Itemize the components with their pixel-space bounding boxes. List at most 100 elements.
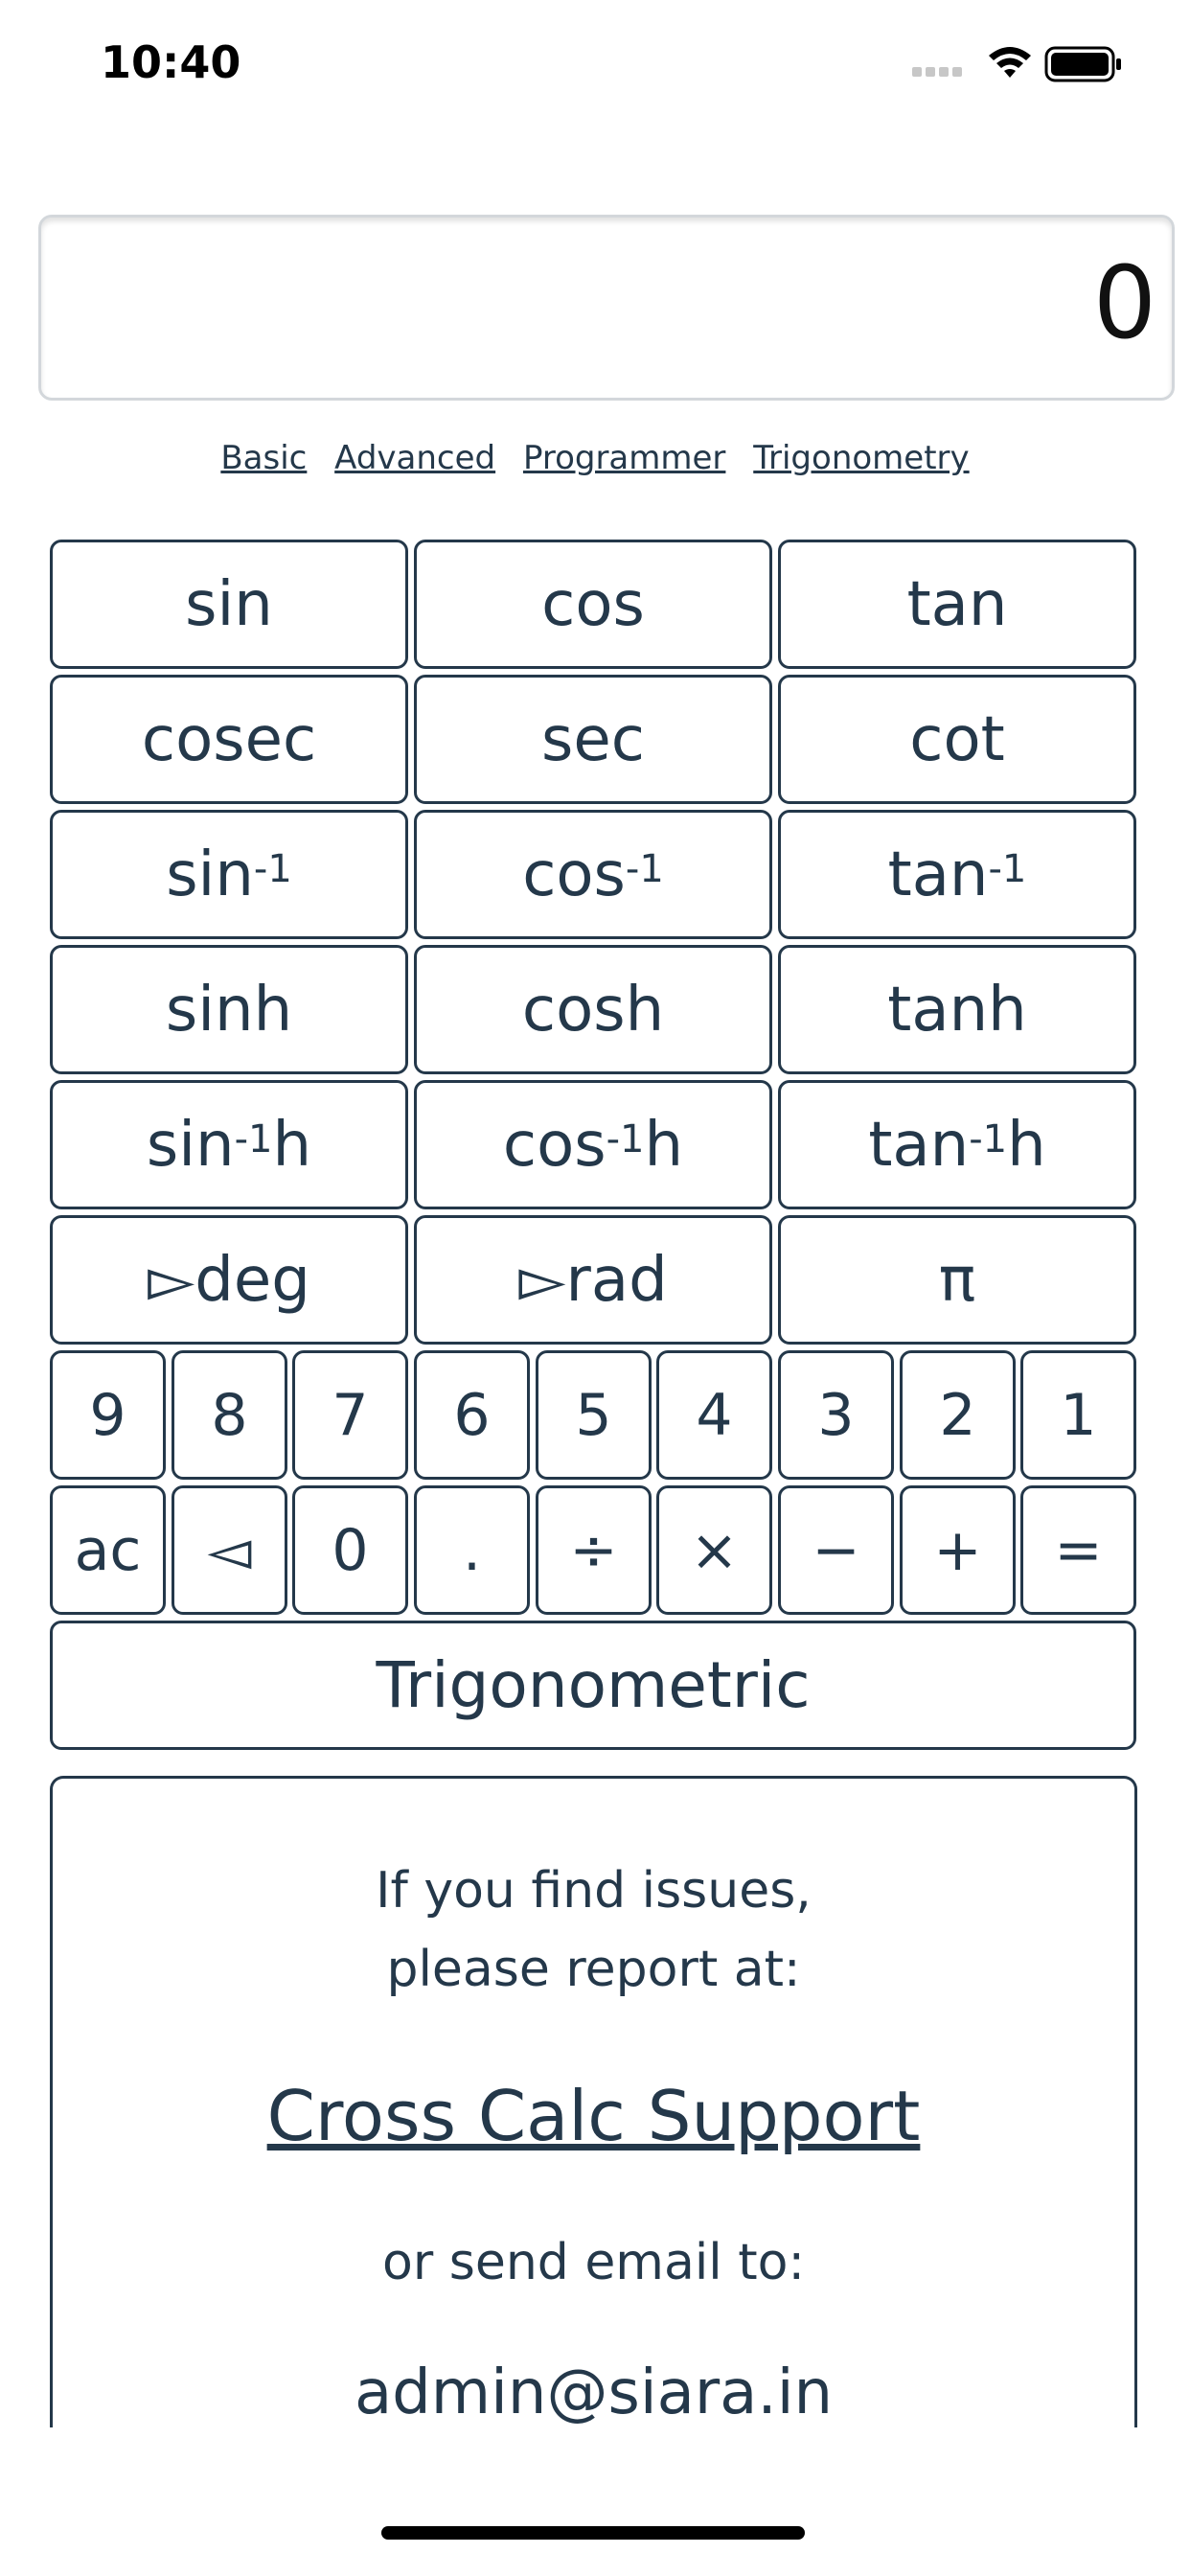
arccosh-button[interactable]: cos -1 h: [414, 1080, 772, 1209]
status-icons: [912, 42, 1133, 92]
sec-button[interactable]: sec: [414, 675, 772, 804]
multiply-button[interactable]: ×: [656, 1485, 772, 1615]
arccosh-label: cos: [502, 1109, 606, 1181]
decimal-point-button[interactable]: .: [414, 1485, 530, 1615]
sin-button[interactable]: sin: [50, 540, 408, 669]
digit-label: 2: [939, 1381, 976, 1449]
inverse-superscript: -1: [253, 846, 292, 891]
support-line-2: please report at:: [386, 1941, 801, 1998]
digit-5-button[interactable]: 5: [536, 1350, 652, 1480]
all-clear-label: ac: [74, 1516, 142, 1584]
arccos-button[interactable]: cos -1: [414, 810, 772, 939]
backspace-button[interactable]: ◅: [172, 1485, 287, 1615]
support-line-1: If you find issues,: [376, 1862, 812, 1920]
subtract-button[interactable]: −: [778, 1485, 894, 1615]
digit-label: 8: [211, 1381, 248, 1449]
digit-label: 6: [453, 1381, 491, 1449]
pi-label: π: [938, 1244, 976, 1316]
digit-label: 3: [817, 1381, 855, 1449]
cellular-signal-icon: [912, 67, 962, 77]
cosec-label: cosec: [141, 703, 317, 775]
digit-label: 5: [575, 1381, 612, 1449]
multiply-icon: ×: [690, 1516, 739, 1584]
divide-icon: ÷: [569, 1516, 618, 1584]
digit-6-button[interactable]: 6: [414, 1350, 530, 1480]
digit-3-button[interactable]: 3: [778, 1350, 894, 1480]
arccos-label: cos: [522, 839, 626, 910]
cross-calc-support-link[interactable]: Cross Calc Support: [53, 2076, 1134, 2156]
wifi-icon: [989, 47, 1031, 78]
to-radians-label: ▻rad: [518, 1244, 668, 1316]
hyperbolic-suffix: h: [272, 1109, 312, 1181]
digit-label: 0: [332, 1516, 369, 1584]
digit-2-button[interactable]: 2: [900, 1350, 1016, 1480]
status-time: 10:40: [101, 36, 241, 88]
cot-label: cot: [909, 703, 1005, 775]
arcsin-button[interactable]: sin -1: [50, 810, 408, 939]
tan-button[interactable]: tan: [778, 540, 1136, 669]
digit-1-button[interactable]: 1: [1020, 1350, 1136, 1480]
digit-7-button[interactable]: 7: [292, 1350, 408, 1480]
status-bar: 10:40: [0, 0, 1190, 125]
trigonometric-mode-button[interactable]: Trigonometric: [50, 1621, 1136, 1750]
arctanh-label: tan: [868, 1109, 970, 1181]
cos-label: cos: [541, 568, 645, 640]
mode-link-programmer[interactable]: Programmer: [523, 439, 725, 477]
digit-label: 1: [1060, 1381, 1097, 1449]
equals-button[interactable]: =: [1020, 1485, 1136, 1615]
minus-icon: −: [812, 1516, 860, 1584]
support-email-link[interactable]: admin@siara.in: [53, 2358, 1134, 2427]
home-indicator[interactable]: [381, 2526, 805, 2540]
trigonometric-mode-label: Trigonometric: [376, 1648, 811, 1722]
inverse-superscript: -1: [234, 1116, 273, 1162]
arctan-button[interactable]: tan -1: [778, 810, 1136, 939]
arcsin-label: sin: [166, 839, 254, 910]
to-degrees-label: ▻deg: [148, 1244, 310, 1316]
cosec-button[interactable]: cosec: [50, 675, 408, 804]
add-button[interactable]: +: [900, 1485, 1016, 1615]
sin-label: sin: [185, 568, 273, 640]
pi-button[interactable]: π: [778, 1215, 1136, 1345]
mode-link-trigonometry[interactable]: Trigonometry: [753, 439, 969, 477]
to-degrees-button[interactable]: ▻deg: [50, 1215, 408, 1345]
divide-button[interactable]: ÷: [536, 1485, 652, 1615]
mode-link-advanced[interactable]: Advanced: [334, 439, 495, 477]
arctanh-button[interactable]: tan -1 h: [778, 1080, 1136, 1209]
decimal-point-label: .: [462, 1516, 482, 1584]
arcsinh-label: sin: [146, 1109, 235, 1181]
sinh-label: sinh: [165, 974, 293, 1046]
support-panel: If you find issues, please report at: Cr…: [50, 1776, 1137, 2427]
inverse-superscript: -1: [606, 1116, 645, 1162]
all-clear-button[interactable]: ac: [50, 1485, 166, 1615]
mode-links: Basic Advanced Programmer Trigonometry: [0, 439, 1190, 477]
tanh-label: tanh: [887, 974, 1027, 1046]
digit-label: 7: [332, 1381, 369, 1449]
mode-link-basic[interactable]: Basic: [220, 439, 307, 477]
arctan-label: tan: [887, 839, 989, 910]
cos-button[interactable]: cos: [414, 540, 772, 669]
backspace-icon: ◅: [207, 1516, 252, 1584]
arcsinh-button[interactable]: sin -1 h: [50, 1080, 408, 1209]
to-radians-button[interactable]: ▻rad: [414, 1215, 772, 1345]
digit-8-button[interactable]: 8: [172, 1350, 287, 1480]
inverse-superscript: -1: [969, 1116, 1008, 1162]
cosh-label: cosh: [521, 974, 665, 1046]
digit-9-button[interactable]: 9: [50, 1350, 166, 1480]
digit-label: 4: [696, 1381, 733, 1449]
digit-0-button[interactable]: 0: [292, 1485, 408, 1615]
inverse-superscript: -1: [625, 846, 664, 891]
digit-4-button[interactable]: 4: [656, 1350, 772, 1480]
digit-label: 9: [89, 1381, 126, 1449]
plus-icon: +: [933, 1516, 982, 1584]
tan-label: tan: [906, 568, 1008, 640]
sinh-button[interactable]: sinh: [50, 945, 408, 1074]
cosh-button[interactable]: cosh: [414, 945, 772, 1074]
cot-button[interactable]: cot: [778, 675, 1136, 804]
sec-label: sec: [541, 703, 645, 775]
tanh-button[interactable]: tanh: [778, 945, 1136, 1074]
inverse-superscript: -1: [988, 846, 1027, 891]
display-value: 0: [1092, 244, 1156, 361]
equals-icon: =: [1054, 1516, 1103, 1584]
calculator-display: 0: [38, 215, 1175, 401]
battery-icon: [1044, 46, 1121, 82]
